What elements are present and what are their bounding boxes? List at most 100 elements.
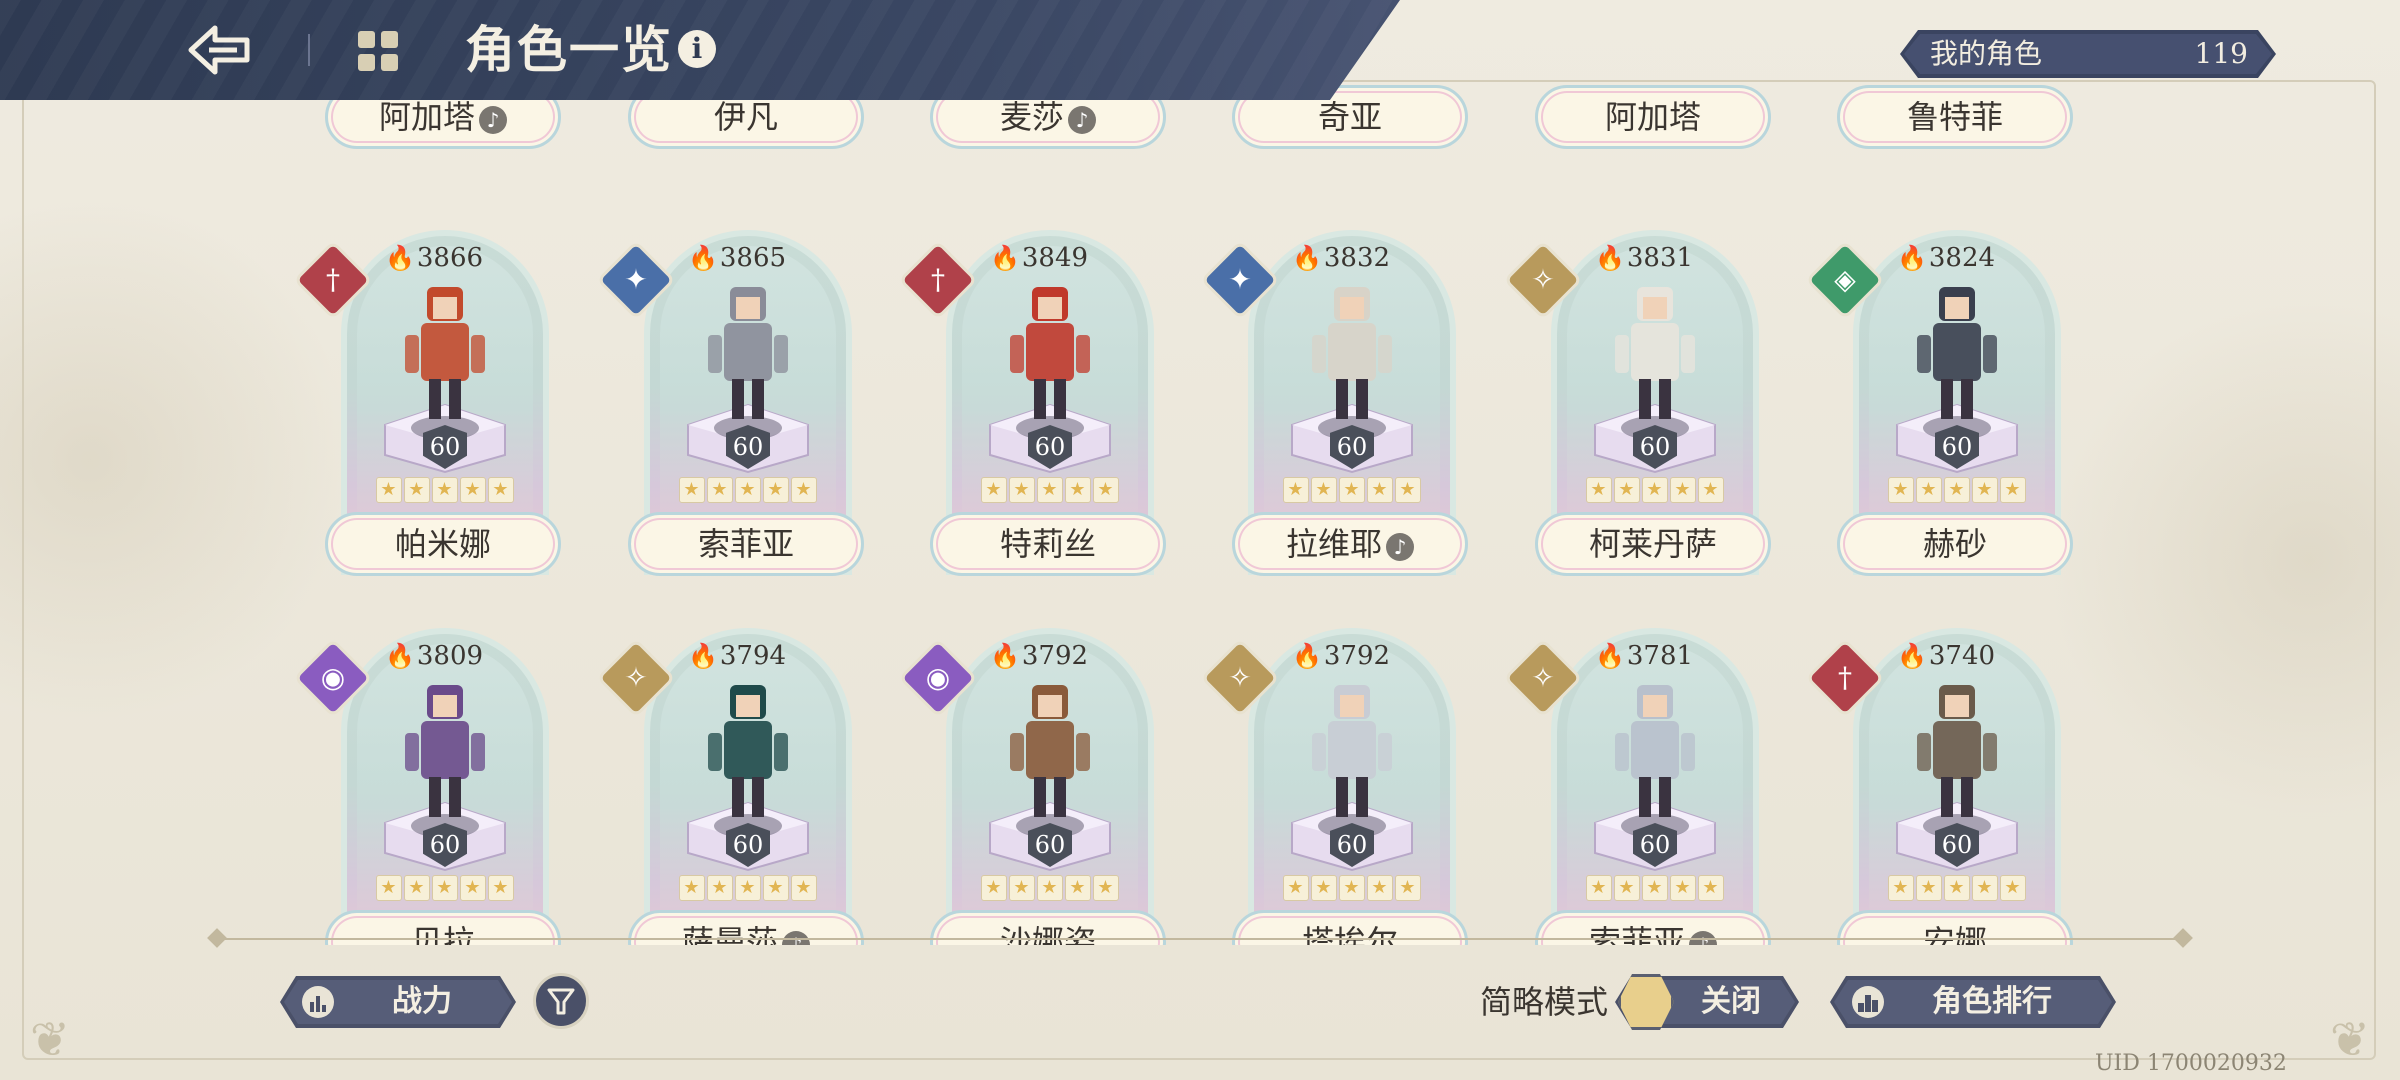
star-rating: ★ ★ ★ ★ ★ bbox=[1837, 874, 2077, 901]
filter-button[interactable] bbox=[533, 973, 589, 1029]
character-card[interactable]: † 🔥3740 60 ★ ★ ★ ★ ★ 安娜 bbox=[1805, 628, 2077, 945]
star-icon: ★ bbox=[679, 477, 705, 503]
character-card[interactable]: 鲁特菲 bbox=[1837, 85, 2077, 175]
star-icon: ★ bbox=[1367, 875, 1393, 901]
power-number: 3832 bbox=[1323, 243, 1391, 273]
star-icon: ★ bbox=[735, 477, 761, 503]
character-name: 帕米娜 bbox=[394, 525, 491, 563]
character-card[interactable]: ✦ 🔥3865 60 ★ ★ ★ ★ ★ 索菲亚 bbox=[596, 230, 868, 630]
character-sprite bbox=[405, 287, 485, 419]
uid-text: UID 1700020932 bbox=[2095, 1051, 2287, 1076]
character-name: 奇亚 bbox=[1317, 98, 1382, 136]
purple-eye-icon: ◉ bbox=[320, 661, 346, 694]
character-name: 拉维耶 bbox=[1285, 525, 1382, 563]
character-card[interactable]: † 🔥3849 60 ★ ★ ★ ★ ★ 特莉丝 bbox=[898, 230, 1170, 630]
awaken-mark-icon: ♪ bbox=[479, 105, 507, 134]
star-icon: ★ bbox=[981, 875, 1007, 901]
character-name: 阿加塔 bbox=[1604, 98, 1701, 136]
my-characters-count: 119 bbox=[2194, 37, 2248, 70]
star-icon: ★ bbox=[1614, 875, 1640, 901]
character-name-plate: 鲁特菲 bbox=[1837, 85, 2073, 149]
star-icon: ★ bbox=[432, 875, 458, 901]
power-value: 🔥3740 bbox=[1897, 640, 1995, 672]
star-icon: ★ bbox=[1283, 477, 1309, 503]
character-card[interactable]: ✧ 🔥3794 60 ★★★★★ 萨曼莎♪ bbox=[596, 628, 868, 945]
character-name: 鲁特菲 bbox=[1906, 98, 2003, 136]
character-card[interactable]: ✧ 🔥3792 60 ★ ★ ★ ★ ★ 塔埃尔 bbox=[1200, 628, 1472, 945]
character-name-plate: 阿加塔 bbox=[1535, 85, 1771, 149]
character-card[interactable]: † 🔥3866 60 ★ ★ ★ ★ ★ 帕米娜 bbox=[293, 230, 565, 630]
character-name-plate: 帕米娜 bbox=[325, 512, 561, 576]
power-value: 🔥3809 bbox=[385, 640, 483, 672]
character-sprite bbox=[1312, 685, 1392, 817]
star-icon: ★ bbox=[404, 875, 430, 901]
gold-compass-icon: ✧ bbox=[1531, 661, 1555, 694]
character-sprite bbox=[405, 685, 485, 817]
star-icon: ★ bbox=[1670, 477, 1696, 503]
character-name: 伊凡 bbox=[713, 98, 778, 136]
character-sprite bbox=[1917, 685, 1997, 817]
flame-icon: 🔥 bbox=[688, 244, 718, 272]
star-icon: ★ bbox=[1093, 875, 1119, 901]
info-button[interactable]: i bbox=[678, 30, 716, 68]
blue-star-icon: ✦ bbox=[624, 263, 648, 296]
green-shield-icon: ◈ bbox=[1834, 263, 1856, 296]
character-name: 贝拉 bbox=[410, 923, 475, 945]
character-ranking-button[interactable]: 角色排行 bbox=[1830, 976, 2116, 1028]
character-card[interactable]: ◉ 🔥3809 60 ★ ★ ★ ★ ★ 贝拉 bbox=[293, 628, 565, 945]
my-characters-label: 我的角色 bbox=[1930, 37, 2043, 70]
flame-icon: 🔥 bbox=[688, 642, 718, 670]
power-number: 3831 bbox=[1626, 243, 1694, 273]
flame-icon: 🔥 bbox=[385, 244, 415, 272]
star-rating: ★ ★ ★ ★ ★ bbox=[325, 874, 565, 901]
power-number: 3849 bbox=[1021, 243, 1089, 273]
character-name: 赫砂 bbox=[1922, 525, 1987, 563]
star-icon: ★ bbox=[1395, 875, 1421, 901]
character-sprite bbox=[1312, 287, 1392, 419]
red-sword-icon: † bbox=[326, 263, 340, 296]
power-value: 🔥3831 bbox=[1595, 242, 1693, 274]
awaken-mark-icon: ♪ bbox=[1068, 105, 1096, 134]
character-card[interactable]: ✧ 🔥3831 60 ★ ★ ★ ★ ★ 柯莱丹萨 bbox=[1503, 230, 1775, 630]
star-icon: ★ bbox=[1916, 875, 1942, 901]
flame-icon: 🔥 bbox=[1897, 244, 1927, 272]
star-icon: ★ bbox=[1944, 875, 1970, 901]
star-icon: ★ bbox=[1065, 875, 1091, 901]
sort-power-label: 战力 bbox=[392, 984, 452, 1019]
star-icon: ★ bbox=[488, 477, 514, 503]
flame-icon: 🔥 bbox=[1595, 244, 1625, 272]
character-name: 阿加塔 bbox=[378, 98, 475, 136]
back-button[interactable] bbox=[185, 20, 255, 80]
power-number: 3865 bbox=[719, 243, 787, 273]
character-name: 麦莎 bbox=[999, 98, 1064, 136]
sort-power-button[interactable]: 战力 bbox=[280, 976, 516, 1028]
gold-compass-icon: ✧ bbox=[624, 661, 648, 694]
character-card[interactable]: ✦ 🔥3832 60 ★ ★ ★ ★ ★ 拉维耶 ♪ bbox=[1200, 230, 1472, 630]
character-card[interactable]: ◉ 🔥3792 60 ★ ★ ★ ★ ★ 沙娜姿 bbox=[898, 628, 1170, 945]
star-icon: ★ bbox=[791, 477, 817, 503]
power-value: 🔥3832 bbox=[1292, 242, 1390, 274]
gold-compass-icon: ✧ bbox=[1228, 661, 1252, 694]
character-card[interactable]: ◈ 🔥3824 60 ★ ★ ★ ★ ★ 赫砂 bbox=[1805, 230, 2077, 630]
star-icon: ★ bbox=[1614, 477, 1640, 503]
page-title: 角色一览 bbox=[465, 20, 673, 79]
star-icon: ★ bbox=[460, 477, 486, 503]
star-icon: ★ bbox=[2000, 477, 2026, 503]
star-icon: ★ bbox=[763, 477, 789, 503]
bottom-divider bbox=[212, 938, 2186, 940]
power-value: 🔥3792 bbox=[990, 640, 1088, 672]
flame-icon: 🔥 bbox=[1595, 642, 1625, 670]
character-card[interactable]: 阿加塔 bbox=[1535, 85, 1775, 175]
star-icon: ★ bbox=[1339, 477, 1365, 503]
star-icon: ★ bbox=[1972, 875, 1998, 901]
home-button[interactable] bbox=[355, 28, 401, 74]
star-icon: ★ bbox=[1037, 875, 1063, 901]
star-icon: ★ bbox=[791, 875, 817, 901]
character-sprite bbox=[1615, 685, 1695, 817]
star-rating: ★ ★ ★ ★ ★ bbox=[628, 476, 868, 503]
star-icon: ★ bbox=[2000, 875, 2026, 901]
gold-compass-icon: ✧ bbox=[1531, 263, 1555, 296]
character-card[interactable]: ✧ 🔥3781 60 ★★★★★ 索菲亚♪ bbox=[1503, 628, 1775, 945]
star-icon: ★ bbox=[1698, 875, 1724, 901]
power-value: 🔥3849 bbox=[990, 242, 1088, 274]
